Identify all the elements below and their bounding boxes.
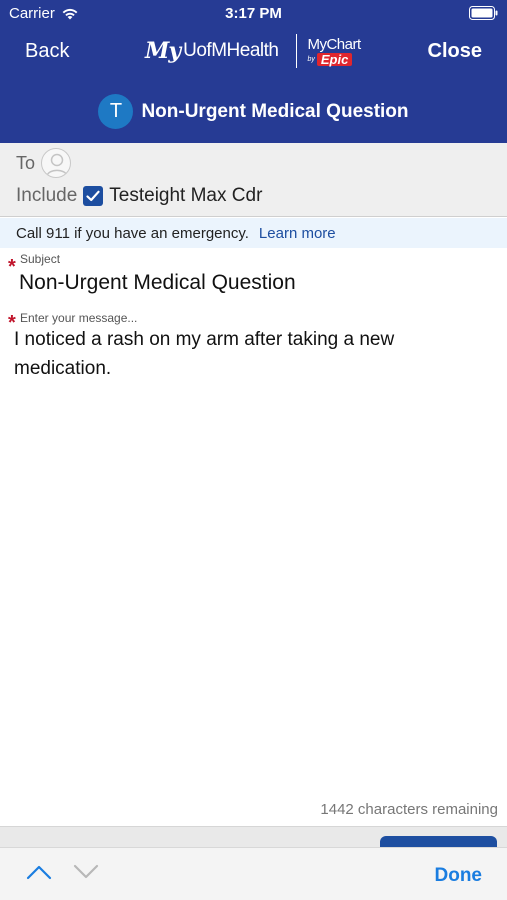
done-button[interactable]: Done bbox=[435, 865, 483, 887]
back-button[interactable]: Back bbox=[25, 40, 69, 63]
app-header: Carrier 3:17 PM Back My UofMHealth MyCha… bbox=[0, 0, 507, 143]
person-placeholder-icon bbox=[46, 153, 68, 177]
epic-badge: Epic bbox=[316, 52, 353, 66]
include-recipient-name: Testeight Max Cdr bbox=[109, 185, 263, 206]
mychart-logo: MyChart by Epic bbox=[307, 35, 361, 66]
recipients-section: To Include Testeight Max Cdr bbox=[0, 143, 507, 217]
message-placeholder-label: Enter your message... bbox=[20, 311, 138, 325]
logo-my: My bbox=[145, 38, 181, 64]
emergency-banner: Call 911 if you have an emergency. Learn… bbox=[0, 218, 507, 248]
send-button[interactable] bbox=[380, 836, 497, 847]
subject-required-mark: * bbox=[8, 256, 16, 278]
learn-more-link[interactable]: Learn more bbox=[259, 225, 336, 242]
chevron-down-icon[interactable] bbox=[73, 864, 99, 880]
emergency-text: Call 911 if you have an emergency. bbox=[16, 224, 249, 242]
subject-label: Subject bbox=[20, 252, 61, 266]
logo-divider bbox=[296, 34, 298, 68]
include-checkbox[interactable] bbox=[83, 186, 104, 206]
mychart-wordmark: MyChart bbox=[307, 35, 361, 53]
status-bar: Carrier 3:17 PM bbox=[0, 0, 507, 30]
recipient-picker-button[interactable] bbox=[41, 148, 72, 178]
uofm-health-mychart-logo: My UofMHealth MyChart by Epic bbox=[145, 34, 361, 68]
page-title-row: T Non-Urgent Medical Question bbox=[0, 94, 507, 129]
battery-icon bbox=[469, 6, 498, 20]
topic-avatar: T bbox=[98, 94, 134, 129]
status-time: 3:17 PM bbox=[225, 5, 282, 22]
keyboard-toolbar: Done bbox=[0, 847, 507, 900]
characters-remaining: 1442 characters remaining bbox=[320, 801, 498, 818]
logo-by: by bbox=[307, 55, 315, 63]
message-field[interactable]: I noticed a rash on my arm after taking … bbox=[14, 325, 484, 383]
logo-brand: UofMHealth bbox=[183, 40, 279, 61]
chevron-up-icon[interactable] bbox=[26, 864, 52, 880]
include-row: Include Testeight Max Cdr bbox=[16, 185, 262, 207]
to-label: To bbox=[16, 152, 36, 173]
include-label: Include bbox=[16, 185, 78, 206]
to-row: To bbox=[16, 148, 72, 178]
page-title: Non-Urgent Medical Question bbox=[141, 100, 409, 122]
checkmark-icon bbox=[86, 190, 100, 202]
subject-field[interactable]: Non-Urgent Medical Question bbox=[19, 271, 489, 295]
close-button[interactable]: Close bbox=[428, 40, 482, 63]
